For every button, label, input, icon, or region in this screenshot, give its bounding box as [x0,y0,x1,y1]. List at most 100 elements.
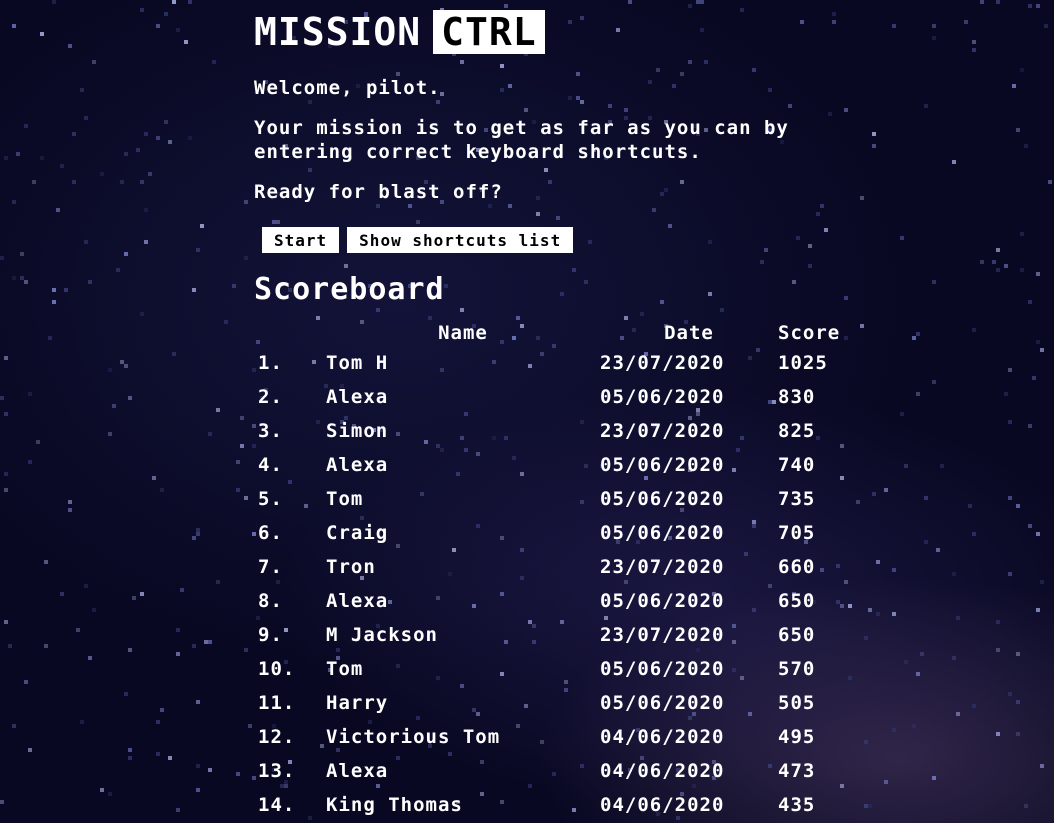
star-pixel [1028,4,1032,8]
star-pixel [556,216,560,220]
star-pixel [844,108,848,112]
star-pixel [68,44,72,48]
star-pixel [20,276,24,280]
row-rank: 13. [258,760,296,782]
star-pixel [152,476,156,480]
star-pixel [1044,24,1048,28]
star-pixel [1016,700,1020,704]
star-pixel [68,508,72,512]
star-pixel [176,808,180,812]
star-pixel [656,68,660,72]
star-pixel [972,328,976,332]
star-pixel [224,320,228,324]
star-pixel [140,592,144,596]
row-rank: 3. [258,420,283,442]
start-button[interactable]: Start [262,227,340,253]
star-pixel [28,748,32,752]
star-pixel [1008,368,1012,372]
star-pixel [704,60,708,64]
star-pixel [0,256,4,260]
star-pixel [912,336,916,340]
star-pixel [172,0,176,4]
star-pixel [904,464,908,468]
star-pixel [1008,572,1012,576]
star-pixel [12,276,16,280]
star-pixel [212,60,216,64]
star-pixel [48,336,52,340]
star-pixel [236,772,240,776]
row-date: 23/07/2020 [600,556,725,578]
row-score: 473 [778,760,816,782]
row-rank: 7. [258,556,283,578]
star-pixel [1036,608,1040,612]
star-pixel [956,712,960,716]
row-name: Alexa [326,386,389,408]
star-pixel [120,180,124,184]
star-pixel [952,572,956,576]
header-rank [254,320,326,346]
row-name: Simon [326,420,389,442]
row-name: Tron [326,556,376,578]
star-pixel [344,264,348,268]
star-pixel [192,288,196,292]
star-pixel [24,280,28,284]
star-pixel [792,280,796,284]
star-pixel [980,260,984,264]
star-pixel [160,708,164,712]
star-pixel [1008,496,1012,500]
star-pixel [196,788,200,792]
star-pixel [916,672,920,676]
star-pixel [80,88,84,92]
star-pixel [156,136,160,140]
star-pixel [1016,128,1020,132]
star-pixel [216,580,220,584]
star-pixel [1040,580,1044,584]
row-score: 495 [778,726,816,748]
star-pixel [500,88,504,92]
star-pixel [668,224,672,228]
logo-mission-text: MISSION [254,10,422,54]
star-pixel [208,640,212,644]
star-pixel [52,300,56,304]
star-pixel [188,0,192,4]
star-pixel [144,132,148,136]
row-rank: 10. [258,658,296,680]
star-pixel [936,548,940,552]
table-row: 2. Alexa 05/06/2020 830 [254,380,878,414]
star-pixel [460,60,464,64]
show-shortcuts-button[interactable]: Show shortcuts list [347,227,574,253]
row-rank: 2. [258,386,283,408]
star-pixel [196,764,200,768]
star-pixel [548,180,552,184]
row-name: Alexa [326,590,389,612]
star-pixel [164,12,168,16]
star-pixel [720,308,724,312]
star-pixel [308,168,312,172]
star-pixel [176,28,180,32]
star-pixel [72,180,76,184]
star-pixel [796,236,800,240]
star-pixel [40,156,44,160]
scoreboard-table: Name Date Score 1. Tom H 23/07/2020 1025 2. A… [254,320,878,822]
row-name: Tom H [326,352,389,374]
star-pixel [440,92,444,96]
star-pixel [584,280,588,284]
table-row: 6. Craig 05/06/2020 705 [254,516,878,550]
star-pixel [980,0,984,4]
star-pixel [164,120,168,124]
star-pixel [1016,732,1020,736]
star-pixel [844,296,848,300]
scoreboard-header-row: Name Date Score [254,320,878,346]
star-pixel [180,588,184,592]
star-pixel [52,288,56,292]
star-pixel [128,396,132,400]
star-pixel [1036,532,1040,536]
star-pixel [192,644,196,648]
star-pixel [916,332,920,336]
star-pixel [580,100,584,104]
star-pixel [16,152,20,156]
star-pixel [108,368,112,372]
star-pixel [916,392,920,396]
star-pixel [24,680,28,684]
row-score: 825 [778,420,816,442]
